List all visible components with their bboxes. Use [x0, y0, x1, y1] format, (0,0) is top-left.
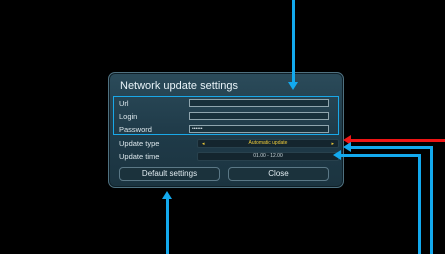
right-annotation-arrow-icon-1 — [343, 142, 351, 152]
top-annotation-line — [292, 0, 295, 82]
right-annotation-vertical-1 — [430, 146, 433, 254]
close-button[interactable]: Close — [228, 167, 329, 181]
bottom-left-annotation-arrow-icon — [162, 191, 172, 199]
login-label: Login — [119, 112, 138, 121]
right-arrow-icon[interactable]: ▸ — [331, 141, 334, 148]
dialog-title: Network update settings — [120, 80, 239, 92]
bottom-left-annotation-line — [166, 198, 169, 254]
update-type-row: Update type ◂ Automatic update ▸ — [119, 137, 339, 150]
update-time-label: Update time — [119, 152, 160, 161]
red-annotation-line — [351, 139, 445, 142]
right-annotation-vertical-2 — [418, 154, 421, 254]
password-row: Password •••••• — [119, 123, 339, 136]
login-input[interactable] — [189, 112, 329, 120]
login-row: Login — [119, 110, 339, 123]
password-label: Password — [119, 125, 152, 134]
right-annotation-horizontal-1 — [351, 146, 433, 149]
right-annotation-horizontal-2 — [341, 154, 421, 157]
update-type-value: Automatic update — [248, 140, 288, 146]
update-type-selector[interactable]: ◂ Automatic update ▸ — [197, 139, 339, 148]
update-time-row: Update time 01.00 - 12.00 — [119, 150, 339, 163]
update-type-label: Update type — [119, 139, 160, 148]
url-input[interactable] — [189, 99, 329, 107]
network-update-settings-dialog: Network update settings Url Login Passwo… — [108, 72, 344, 188]
tv-settings-screen: Network update settings Url Login Passwo… — [0, 0, 445, 254]
url-label: Url — [119, 99, 129, 108]
right-annotation-arrow-icon-2 — [333, 150, 341, 160]
default-settings-button[interactable]: Default settings — [119, 167, 220, 181]
update-time-value: 01.00 - 12.00 — [253, 153, 283, 159]
url-row: Url — [119, 97, 339, 110]
top-annotation-arrow-icon — [288, 82, 298, 90]
update-time-selector[interactable]: 01.00 - 12.00 — [197, 152, 339, 161]
password-input[interactable]: •••••• — [189, 125, 329, 133]
